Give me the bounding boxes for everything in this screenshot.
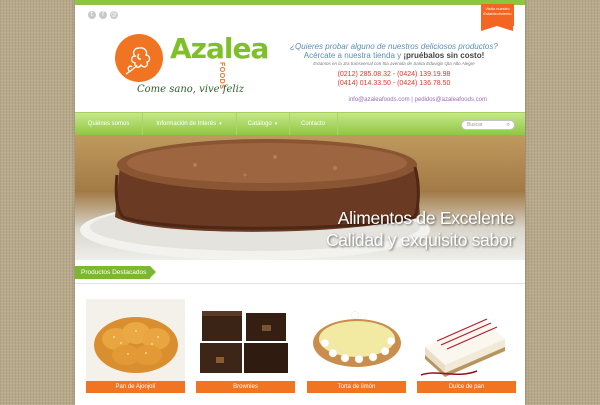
nav-label: Catálogo	[247, 121, 272, 127]
visit-ribbon[interactable]: Visita nuestro Establecimiento	[481, 4, 514, 31]
social-links: t f @	[88, 11, 118, 19]
promo-action: Acércate a nuestra tienda y ¡pruébalos s…	[274, 51, 514, 60]
page-container: t f @ Visita nuestro Establecimiento Aza…	[75, 0, 525, 405]
promo-block: ¿Quieres probar alguno de nuestros delic…	[274, 42, 514, 88]
twitter-icon[interactable]: t	[88, 11, 96, 19]
nav-label: Quiénes somos	[87, 121, 130, 127]
nav-label: Información de Interés	[156, 121, 217, 127]
contact-emails[interactable]: info@azaleafoods.com | pedidos@azaleafoo…	[349, 97, 488, 103]
product-image-brownies[interactable]	[196, 299, 295, 381]
chevron-down-icon: ▾	[219, 121, 222, 127]
section-divider	[75, 283, 525, 284]
search-placeholder: Buscar	[467, 122, 483, 128]
email-icon[interactable]: @	[110, 11, 118, 19]
main-nav: Quiénes somos Información de Interés ▾ Ca…	[75, 112, 525, 137]
product-image-cheesecake[interactable]	[417, 299, 516, 381]
product-label[interactable]: Torta de limón	[307, 381, 406, 393]
product-card[interactable]: Brownies	[196, 299, 295, 393]
product-label[interactable]: Brownies	[196, 381, 295, 393]
product-image-lemon-pie[interactable]	[307, 299, 406, 381]
flower-logo-icon	[115, 34, 163, 82]
product-card[interactable]: Dulce de pan	[417, 299, 516, 393]
phone-line-2: (0414) 014.33.50 - (0424) 136.78.50	[337, 80, 451, 87]
section-title-productos: Productos Destacados	[75, 266, 157, 279]
promo-action-bold: ¡pruébalos sin costo!	[403, 51, 485, 60]
hero-banner: Alimentos de Excelente Calidad y exquisi…	[75, 135, 525, 260]
promo-question: ¿Quieres probar alguno de nuestros delic…	[290, 42, 498, 51]
hero-line-2: Calidad y exquisito sabor	[325, 230, 514, 250]
chevron-down-icon: ▾	[274, 121, 278, 127]
promo-action-text: Acércate a nuestra tienda y	[303, 51, 404, 60]
search-input[interactable]: Buscar ⌕	[461, 120, 515, 130]
store-address: Estamos en la 3ra transversal con 5ta av…	[313, 61, 475, 66]
nav-item-informacion[interactable]: Información de Interés ▾	[142, 113, 237, 136]
nav-item-quienes-somos[interactable]: Quiénes somos	[75, 113, 143, 136]
search-icon[interactable]: ⌕	[507, 121, 510, 129]
product-card[interactable]: Pan de Ajonjolí	[86, 299, 185, 393]
logo[interactable]: Azalea FOODS Come sano, vive feliz	[115, 32, 269, 104]
product-label[interactable]: Dulce de pan	[417, 381, 516, 393]
product-label[interactable]: Pan de Ajonjolí	[86, 381, 185, 393]
phone-numbers: (0212) 285.08.32 - (0424) 139.19.98 (041…	[274, 70, 514, 88]
hero-headline: Alimentos de Excelente Calidad y exquisi…	[326, 207, 514, 251]
product-card[interactable]: Torta de limón	[307, 299, 406, 393]
nav-label: Contacto	[300, 121, 325, 127]
nav-item-catalogo[interactable]: Catálogo ▾	[236, 113, 290, 136]
facebook-icon[interactable]: f	[99, 11, 107, 19]
brand-tagline: Come sano, vive feliz	[137, 84, 245, 95]
top-strip	[75, 0, 525, 5]
brand-name: Azalea	[170, 32, 269, 65]
nav-item-contacto[interactable]: Contacto	[289, 113, 338, 136]
phone-line-1: (0212) 285.08.32 - (0424) 139.19.98	[337, 71, 451, 78]
product-image-bread[interactable]	[86, 299, 185, 381]
hero-line-1: Alimentos de Excelente	[337, 208, 515, 228]
